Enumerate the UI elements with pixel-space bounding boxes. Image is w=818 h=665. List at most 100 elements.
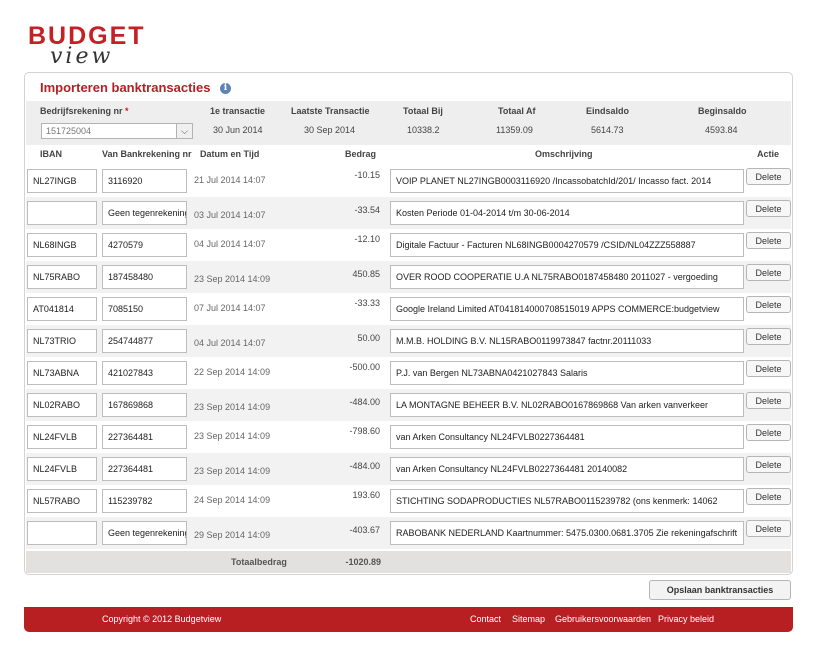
account-select-value: 151725004	[46, 126, 92, 136]
transaction-datetime: 22 Sep 2014 14:09	[194, 367, 271, 377]
transaction-amount: -33.54	[354, 205, 380, 215]
account-header: Bedrijfsrekening nr *	[40, 106, 129, 116]
action-column-header: Actie	[757, 149, 780, 159]
description-field[interactable]: OVER ROOD COOPERATIE U.A NL75RABO0187458…	[390, 265, 744, 289]
iban-field[interactable]: NL24FVLB	[27, 457, 97, 481]
iban-field[interactable]: NL57RABO	[27, 489, 97, 513]
description-field[interactable]: van Arken Consultancy NL24FVLB0227364481…	[390, 457, 744, 481]
description-field[interactable]: RABOBANK NEDERLAND Kaartnummer: 5475.030…	[390, 521, 744, 545]
counter-account-field[interactable]: 167869868	[102, 393, 187, 417]
counter-account-field[interactable]: 227364481	[102, 425, 187, 449]
description-field[interactable]: Digitale Factuur - Facturen NL68INGB0004…	[390, 233, 744, 257]
transaction-amount: -798.60	[349, 426, 380, 436]
iban-field[interactable]: NL73ABNA	[27, 361, 97, 385]
transaction-amount: -12.10	[354, 234, 380, 244]
amount-column-header: Bedrag	[345, 149, 377, 159]
transaction-row: NL02RABO 167869868 23 Sep 2014 14:09 -484.0…	[26, 389, 791, 421]
delete-button[interactable]: Delete	[746, 392, 791, 409]
description-field[interactable]: P.J. van Bergen NL73ABNA0421027843 Salar…	[390, 361, 744, 385]
transaction-amount: 50.00	[357, 333, 380, 343]
counter-account-field[interactable]: 7085150	[102, 297, 187, 321]
description-field[interactable]: M.M.B. HOLDING B.V. NL15RABO0119973847 f…	[390, 329, 744, 353]
iban-field[interactable]: AT041814	[27, 297, 97, 321]
transaction-datetime: 03 Jul 2014 14:07	[194, 210, 266, 220]
transaction-datetime: 04 Jul 2014 14:07	[194, 239, 266, 249]
footer-link-sitemap[interactable]: Sitemap	[512, 614, 545, 624]
iban-field[interactable]: NL24FVLB	[27, 425, 97, 449]
counter-account-field[interactable]: 227364481	[102, 457, 187, 481]
transaction-amount: 450.85	[352, 269, 380, 279]
delete-button[interactable]: Delete	[746, 424, 791, 441]
counter-account-field[interactable]: 115239782	[102, 489, 187, 513]
iban-field[interactable]	[27, 201, 97, 225]
transaction-row: NL24FVLB 227364481 23 Sep 2014 14:09 -484.0…	[26, 453, 791, 485]
counter-account-field[interactable]: 3116920	[102, 169, 187, 193]
iban-field[interactable]: NL02RABO	[27, 393, 97, 417]
footer-link-privacy[interactable]: Privacy beleid	[658, 614, 714, 624]
transaction-datetime: 04 Jul 2014 14:07	[194, 338, 266, 348]
counter-account-column-header: Van Bankrekening nr	[102, 149, 192, 159]
transaction-amount: -33.33	[354, 298, 380, 308]
delete-button[interactable]: Delete	[746, 200, 791, 217]
end-balance-header: Eindsaldo	[586, 106, 630, 116]
first-transaction-value: 30 Jun 2014	[213, 125, 263, 135]
counter-account-field[interactable]: Geen tegenrekening	[102, 521, 187, 545]
counter-account-field[interactable]: 4270579	[102, 233, 187, 257]
transaction-datetime: 23 Sep 2014 14:09	[194, 431, 271, 441]
delete-button[interactable]: Delete	[746, 360, 791, 377]
counter-account-field[interactable]: 421027843	[102, 361, 187, 385]
delete-button[interactable]: Delete	[746, 296, 791, 313]
delete-button[interactable]: Delete	[746, 168, 791, 185]
description-field[interactable]: STICHTING SODAPRODUCTIES NL57RABO0115239…	[390, 489, 744, 513]
save-transactions-button[interactable]: Opslaan banktransacties	[649, 580, 791, 600]
transaction-amount: -10.15	[354, 170, 380, 180]
begin-balance-value: 4593.84	[705, 125, 738, 135]
import-panel: Importeren banktransacties i Bedrijfsrek…	[24, 72, 793, 575]
description-column-header: Omschrijving	[535, 149, 593, 159]
transaction-amount: -484.00	[349, 461, 380, 471]
transaction-amount: -484.00	[349, 397, 380, 407]
total-label: Totaalbedrag	[231, 557, 287, 567]
transaction-datetime: 29 Sep 2014 14:09	[194, 530, 271, 540]
iban-field[interactable]: NL68INGB	[27, 233, 97, 257]
total-af-value: 11359.09	[496, 125, 533, 135]
delete-button[interactable]: Delete	[746, 520, 791, 537]
description-field[interactable]: Kosten Periode 01-04-2014 t/m 30-06-2014	[390, 201, 744, 225]
iban-field[interactable]: NL27INGB	[27, 169, 97, 193]
delete-button[interactable]: Delete	[746, 456, 791, 473]
info-icon[interactable]: i	[220, 83, 231, 94]
footer-link-contact[interactable]: Contact	[470, 614, 501, 624]
iban-field[interactable]	[27, 521, 97, 545]
transaction-datetime: 23 Sep 2014 14:09	[194, 466, 271, 476]
description-field[interactable]: van Arken Consultancy NL24FVLB0227364481	[390, 425, 744, 449]
account-select[interactable]: 151725004 ⌵	[41, 123, 193, 139]
transaction-row: NL57RABO 115239782 24 Sep 2014 14:09 193.60…	[26, 485, 791, 517]
delete-button[interactable]: Delete	[746, 488, 791, 505]
transaction-amount: 193.60	[352, 490, 380, 500]
transaction-row: Geen tegenrekening 03 Jul 2014 14:07 -33.5…	[26, 197, 791, 229]
transaction-row: NL27INGB 3116920 21 Jul 2014 14:07 -10.15 VO…	[26, 165, 791, 197]
description-field[interactable]: VOIP PLANET NL27INGB0003116920 /Incassob…	[390, 169, 744, 193]
counter-account-field[interactable]: Geen tegenrekening	[102, 201, 187, 225]
transaction-amount: -500.00	[349, 362, 380, 372]
chevron-down-icon[interactable]: ⌵	[176, 124, 192, 138]
required-mark: *	[125, 106, 129, 116]
iban-field[interactable]: NL75RABO	[27, 265, 97, 289]
counter-account-field[interactable]: 187458480	[102, 265, 187, 289]
transaction-row: NL73TRIO 254744877 04 Jul 2014 14:07 50.00 …	[26, 325, 791, 357]
transaction-datetime: 23 Sep 2014 14:09	[194, 402, 271, 412]
description-field[interactable]: LA MONTAGNE BEHEER B.V. NL02RABO01678698…	[390, 393, 744, 417]
iban-field[interactable]: NL73TRIO	[27, 329, 97, 353]
iban-column-header: IBAN	[40, 149, 62, 159]
delete-button[interactable]: Delete	[746, 232, 791, 249]
last-transaction-value: 30 Sep 2014	[304, 125, 356, 135]
counter-account-field[interactable]: 254744877	[102, 329, 187, 353]
transaction-datetime: 23 Sep 2014 14:09	[194, 274, 271, 284]
delete-button[interactable]: Delete	[746, 264, 791, 281]
footer-link-terms[interactable]: Gebruikersvoorwaarden	[555, 614, 651, 624]
transaction-datetime: 24 Sep 2014 14:09	[194, 495, 271, 505]
total-bij-header: Totaal Bij	[403, 106, 443, 116]
first-transaction-header: 1e transactie	[210, 106, 266, 116]
delete-button[interactable]: Delete	[746, 328, 791, 345]
description-field[interactable]: Google Ireland Limited AT041814000708515…	[390, 297, 744, 321]
